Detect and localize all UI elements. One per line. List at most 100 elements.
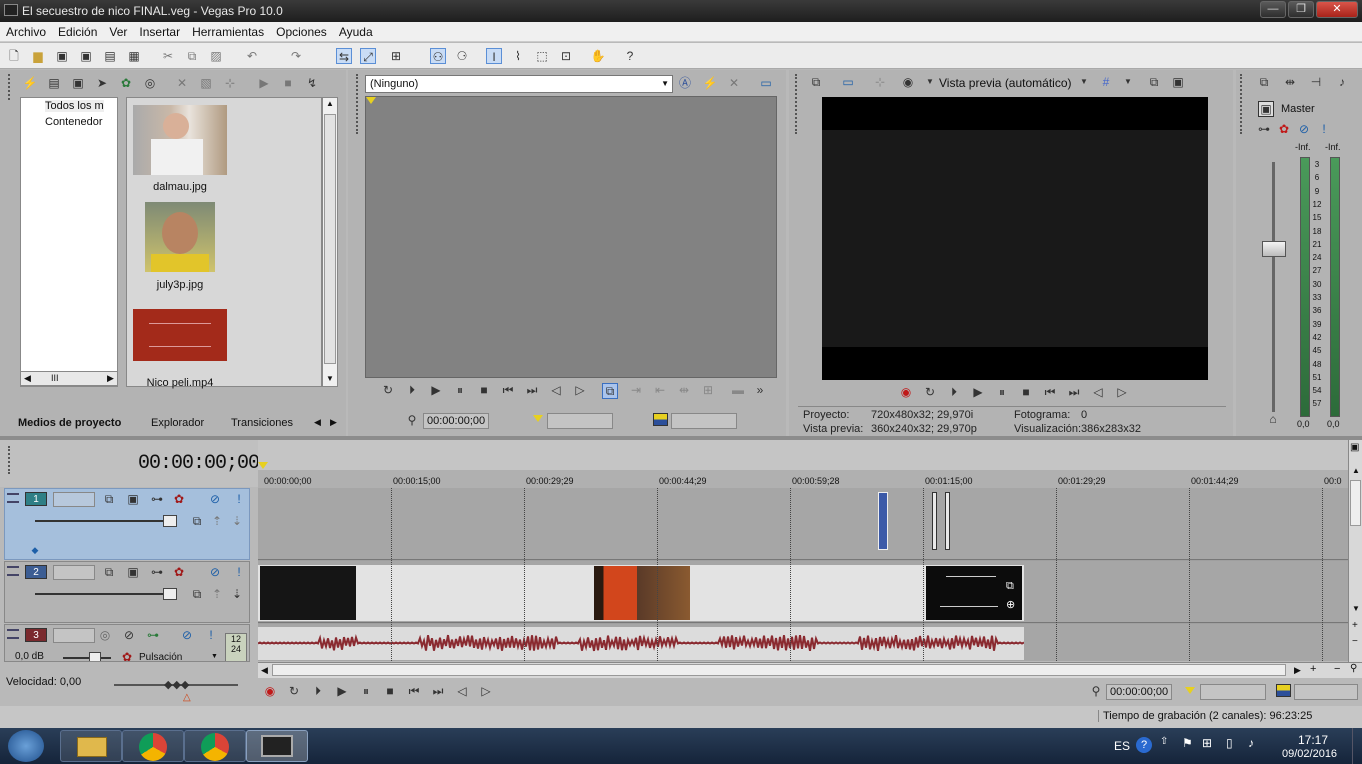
ignore-grouping-icon[interactable]: ⚆ (454, 48, 470, 64)
track-2-event-black[interactable] (260, 566, 356, 620)
master-route-icon[interactable]: ⊶ (1256, 122, 1272, 138)
track-1-name-field[interactable] (53, 492, 95, 507)
scroll-thumb[interactable] (1350, 480, 1361, 526)
velocity-handle[interactable]: ◆◆◆ (164, 678, 189, 691)
zoom-tool-icon[interactable]: ⚲ (1350, 663, 1357, 674)
trimmer-timecode[interactable]: 00:00:00;00 (423, 413, 489, 429)
record-icon[interactable]: ◉ (262, 684, 278, 700)
media-plugin-icon[interactable]: ⊹ (222, 76, 238, 92)
tree-hscroll[interactable]: ◀ III ▶ (20, 371, 118, 386)
selection-tool-icon[interactable]: ⬚ (534, 48, 550, 64)
tab-medios-proyecto[interactable]: Medios de proyecto (10, 414, 130, 434)
menu-archivo[interactable]: Archivo (0, 22, 52, 39)
trimmer-split-icon[interactable]: ⊞ (700, 383, 716, 399)
track-3-arm-record-icon[interactable]: ◎ (97, 628, 113, 644)
zoom-out-icon[interactable]: − (1352, 636, 1358, 647)
scroll-left-icon[interactable]: ◀ (261, 665, 268, 676)
track-1-event[interactable] (945, 492, 950, 550)
cursor-timecode[interactable]: 00:00:00;00 (1106, 684, 1172, 700)
trimmer-in-field[interactable] (547, 413, 613, 429)
whats-this-help-icon[interactable]: ? (622, 48, 638, 64)
snap-icon[interactable]: ⊞ (388, 48, 404, 64)
loop-icon[interactable]: ↻ (922, 385, 938, 401)
tab-explorador[interactable]: Explorador (143, 414, 212, 434)
tree-item-all-media[interactable]: Todos los m (45, 100, 119, 112)
track-1-composite-icon[interactable]: ▣ (125, 492, 141, 508)
save-icon[interactable]: ▣ (54, 48, 70, 64)
track-3-header[interactable]: 3 ◎ ⊘ ⊶ ⊘ ! 0,0 dB ✿ Pulsación ▼ 12 24 (4, 624, 250, 662)
track-2-motion-icon[interactable]: ⧉ (101, 565, 117, 581)
go-end-icon[interactable]: ⏭ (430, 684, 446, 700)
pause-icon[interactable]: ⏸ (452, 383, 468, 399)
copy-icon[interactable]: ⧉ (184, 48, 200, 64)
track-1-solo-icon[interactable]: ! (231, 492, 247, 508)
media-thumb-dalmau[interactable] (133, 105, 227, 175)
trimmer-insert-icon[interactable]: ⇤ (652, 383, 668, 399)
tray-volume-icon[interactable]: ♪ (1248, 736, 1254, 750)
dim-output-icon[interactable]: ⊣ (1308, 75, 1324, 91)
selection-length-field[interactable] (1294, 684, 1358, 700)
menu-herramientas[interactable]: Herramientas (186, 22, 270, 39)
clock-date[interactable]: 09/02/2016 (1282, 748, 1337, 760)
scroll-up-icon[interactable]: ▲ (1352, 466, 1360, 475)
play-media-icon[interactable]: ▶ (256, 76, 272, 92)
timeline-vscroll[interactable]: ▣ ▲ ▼ + − (1348, 440, 1362, 662)
get-media-web-icon[interactable]: ▣ (70, 76, 86, 92)
prev-frame-icon[interactable]: ◁ (454, 684, 470, 700)
thumbs-vscroll[interactable]: ▲ ▼ (322, 97, 338, 387)
track-3-solo-icon[interactable]: ! (203, 628, 219, 644)
go-start-icon[interactable]: ⏮ (406, 684, 422, 700)
pause-icon[interactable]: ⏸ (994, 385, 1010, 401)
track-2-level-slider[interactable] (35, 593, 175, 595)
play-from-start-icon[interactable]: ⏵ (310, 684, 326, 700)
auto-ripple-icon[interactable]: ⤢ (360, 48, 376, 64)
menu-edicion[interactable]: Edición (52, 22, 103, 39)
copy-snapshot-icon[interactable]: ⧉ (1146, 75, 1162, 91)
tray-windows-icon[interactable]: ⊞ (1202, 736, 1212, 750)
menu-ver[interactable]: Ver (103, 22, 133, 39)
track-1-level-slider[interactable] (35, 520, 175, 522)
help-tray-icon[interactable]: ? (1136, 737, 1152, 753)
track-3-invert-phase-icon[interactable]: ⊘ (121, 628, 137, 644)
media-properties-icon[interactable]: ▧ (198, 76, 214, 92)
track-1-expand-icon[interactable]: ◆ (27, 543, 43, 559)
chevron-down-icon[interactable]: ▼ (1076, 75, 1092, 91)
panel-grip[interactable] (8, 74, 12, 100)
search-media-icon[interactable]: ◎ (142, 76, 158, 92)
track-1-child-icon[interactable]: ⇣ (229, 514, 245, 530)
trimmer-add-icon[interactable]: ⧉ (602, 383, 618, 399)
delete-icon[interactable]: ✕ (174, 76, 190, 92)
language-indicator[interactable]: ES (1114, 739, 1130, 753)
close-button[interactable]: ✕ (1316, 1, 1358, 18)
panel-grip[interactable] (8, 446, 12, 474)
trimmer-fit-icon[interactable]: ⇹ (676, 383, 692, 399)
track-2-fx-icon[interactable]: ✿ (171, 565, 187, 581)
tray-flag-icon[interactable]: ⚑ (1182, 736, 1193, 750)
tab-transiciones[interactable]: Transiciones (223, 414, 301, 434)
panel-grip[interactable] (1240, 74, 1244, 134)
new-file-icon[interactable]: 🗋 (6, 48, 22, 64)
clock-time[interactable]: 17:17 (1298, 733, 1328, 747)
scroll-left-icon[interactable]: ◀ (24, 373, 31, 384)
master-lock-icon[interactable]: ⌂ (1265, 412, 1281, 428)
preview-mode-label[interactable]: Vista previa (automático) (939, 76, 1072, 90)
menu-insertar[interactable]: Insertar (133, 22, 186, 39)
split-screen-icon[interactable]: ⊹ (872, 75, 888, 91)
loop-icon[interactable]: ↻ (286, 684, 302, 700)
go-start-icon[interactable]: ⏮ (500, 383, 516, 399)
track-3-mode[interactable]: Pulsación (139, 652, 182, 661)
trimmer-fx-icon[interactable]: ⚡ (702, 76, 718, 92)
play-from-start-icon[interactable]: ⏵ (404, 383, 420, 399)
go-start-icon[interactable]: ⏮ (1042, 385, 1058, 401)
scroll-grip[interactable]: III (51, 373, 59, 383)
play-icon[interactable]: ▶ (428, 383, 444, 399)
tabs-prev-icon[interactable]: ◀ (314, 417, 321, 428)
scroll-thumb[interactable] (272, 664, 1286, 676)
trimmer-monitor-icon[interactable]: ▭ (758, 76, 774, 92)
next-frame-icon[interactable]: ▷ (572, 383, 588, 399)
video-track-2-lane[interactable]: ⧉ ⊕ (258, 561, 1348, 623)
track-3-fx-icon[interactable]: ⊶ (145, 628, 161, 644)
save-snapshot-icon[interactable]: ▣ (1170, 75, 1186, 91)
stop-icon[interactable]: ■ (382, 684, 398, 700)
loop-icon[interactable]: ↻ (380, 383, 396, 399)
